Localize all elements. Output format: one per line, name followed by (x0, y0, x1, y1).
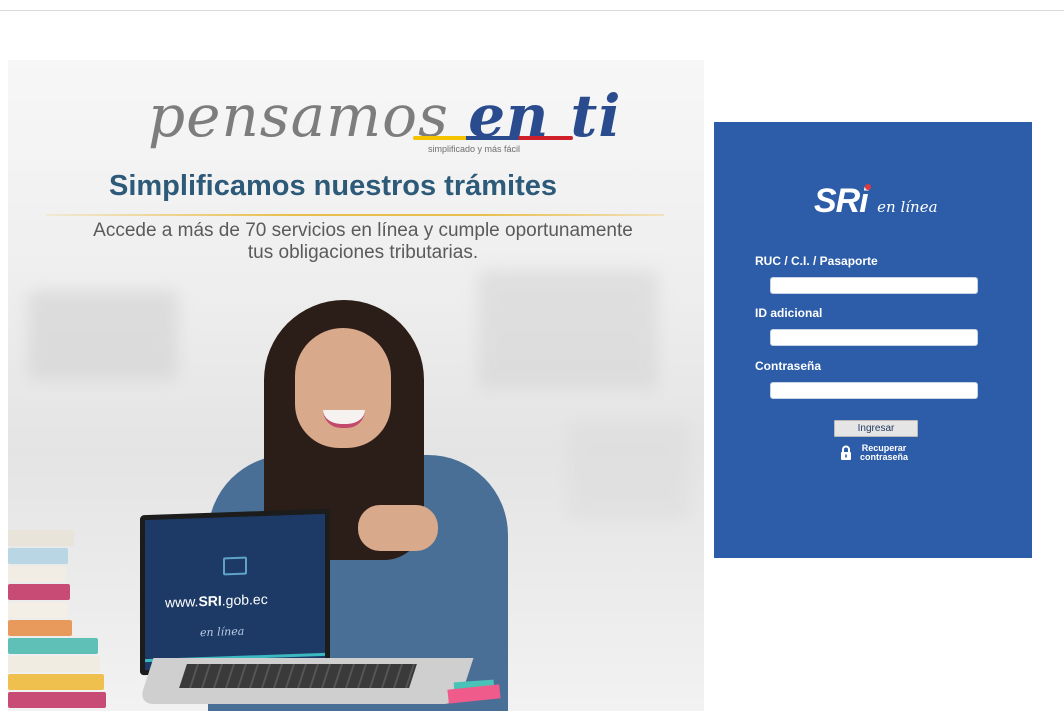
photo-book (8, 674, 104, 690)
photo-book (8, 638, 98, 654)
subhead-line-2: tus obligaciones tributarias. (247, 242, 479, 263)
background-shelf (568, 420, 688, 520)
lock-icon (841, 445, 851, 460)
recover-password-text: Recuperar contraseña (860, 444, 908, 462)
laptop-url-suffix: .gob.ec (221, 590, 268, 609)
recover-line-2: contraseña (860, 452, 909, 462)
banner-subheadline: Accede a más de 70 servicios en línea y … (8, 220, 704, 264)
login-panel: SRi en línea RUC / C.I. / Pasaporte ID a… (714, 122, 1032, 558)
slogan-subtitle: simplificado y más fácil (428, 144, 521, 154)
additional-id-label: ID adicional (755, 306, 823, 320)
photo-book (8, 566, 66, 582)
promo-banner: pensamos en ti simplificado y más fácil … (8, 60, 704, 711)
login-submit-button[interactable]: Ingresar (834, 420, 918, 437)
sri-logo: SRi en línea (814, 182, 938, 221)
background-shelf (478, 270, 658, 390)
password-input[interactable] (770, 382, 978, 399)
background-shelf (28, 290, 178, 380)
logo-main-text: SRi (814, 182, 869, 220)
laptop-url-prefix: www. (165, 593, 199, 611)
laptop-url-brand: SRI (198, 592, 222, 610)
photo-book (8, 548, 68, 564)
photo-book (8, 530, 74, 546)
additional-id-input[interactable] (770, 329, 978, 346)
password-label: Contraseña (755, 359, 822, 373)
slogan-underline (413, 136, 573, 140)
photo-person-hand (358, 505, 438, 551)
photo-book (8, 584, 70, 600)
photo-book (8, 620, 72, 636)
headline-divider (46, 214, 664, 216)
logo-dot (864, 184, 871, 190)
ruc-label: RUC / C.I. / Pasaporte (755, 254, 878, 268)
laptop-url-text: www.SRI.gob.ec (165, 591, 268, 611)
photo-book (8, 692, 106, 708)
ruc-input[interactable] (770, 277, 978, 294)
logo-sub-text: en línea (877, 198, 938, 216)
photo-book (8, 602, 68, 618)
slogan-light-text: pensamos (148, 82, 449, 150)
subhead-line-1: Accede a más de 70 servicios en línea y … (93, 220, 633, 241)
photo-laptop-keyboard (179, 664, 417, 688)
photo-person-face (295, 328, 391, 448)
laptop-script-text: en línea (200, 624, 245, 640)
banner-headline: Simplificamos nuestros trámites (108, 170, 558, 202)
recover-password-link[interactable]: Recuperar contraseña (840, 444, 908, 462)
monitor-icon (223, 556, 247, 576)
photo-book (8, 656, 100, 672)
top-divider (0, 10, 1064, 11)
photo-laptop-screen: www.SRI.gob.ec en línea (140, 508, 330, 676)
